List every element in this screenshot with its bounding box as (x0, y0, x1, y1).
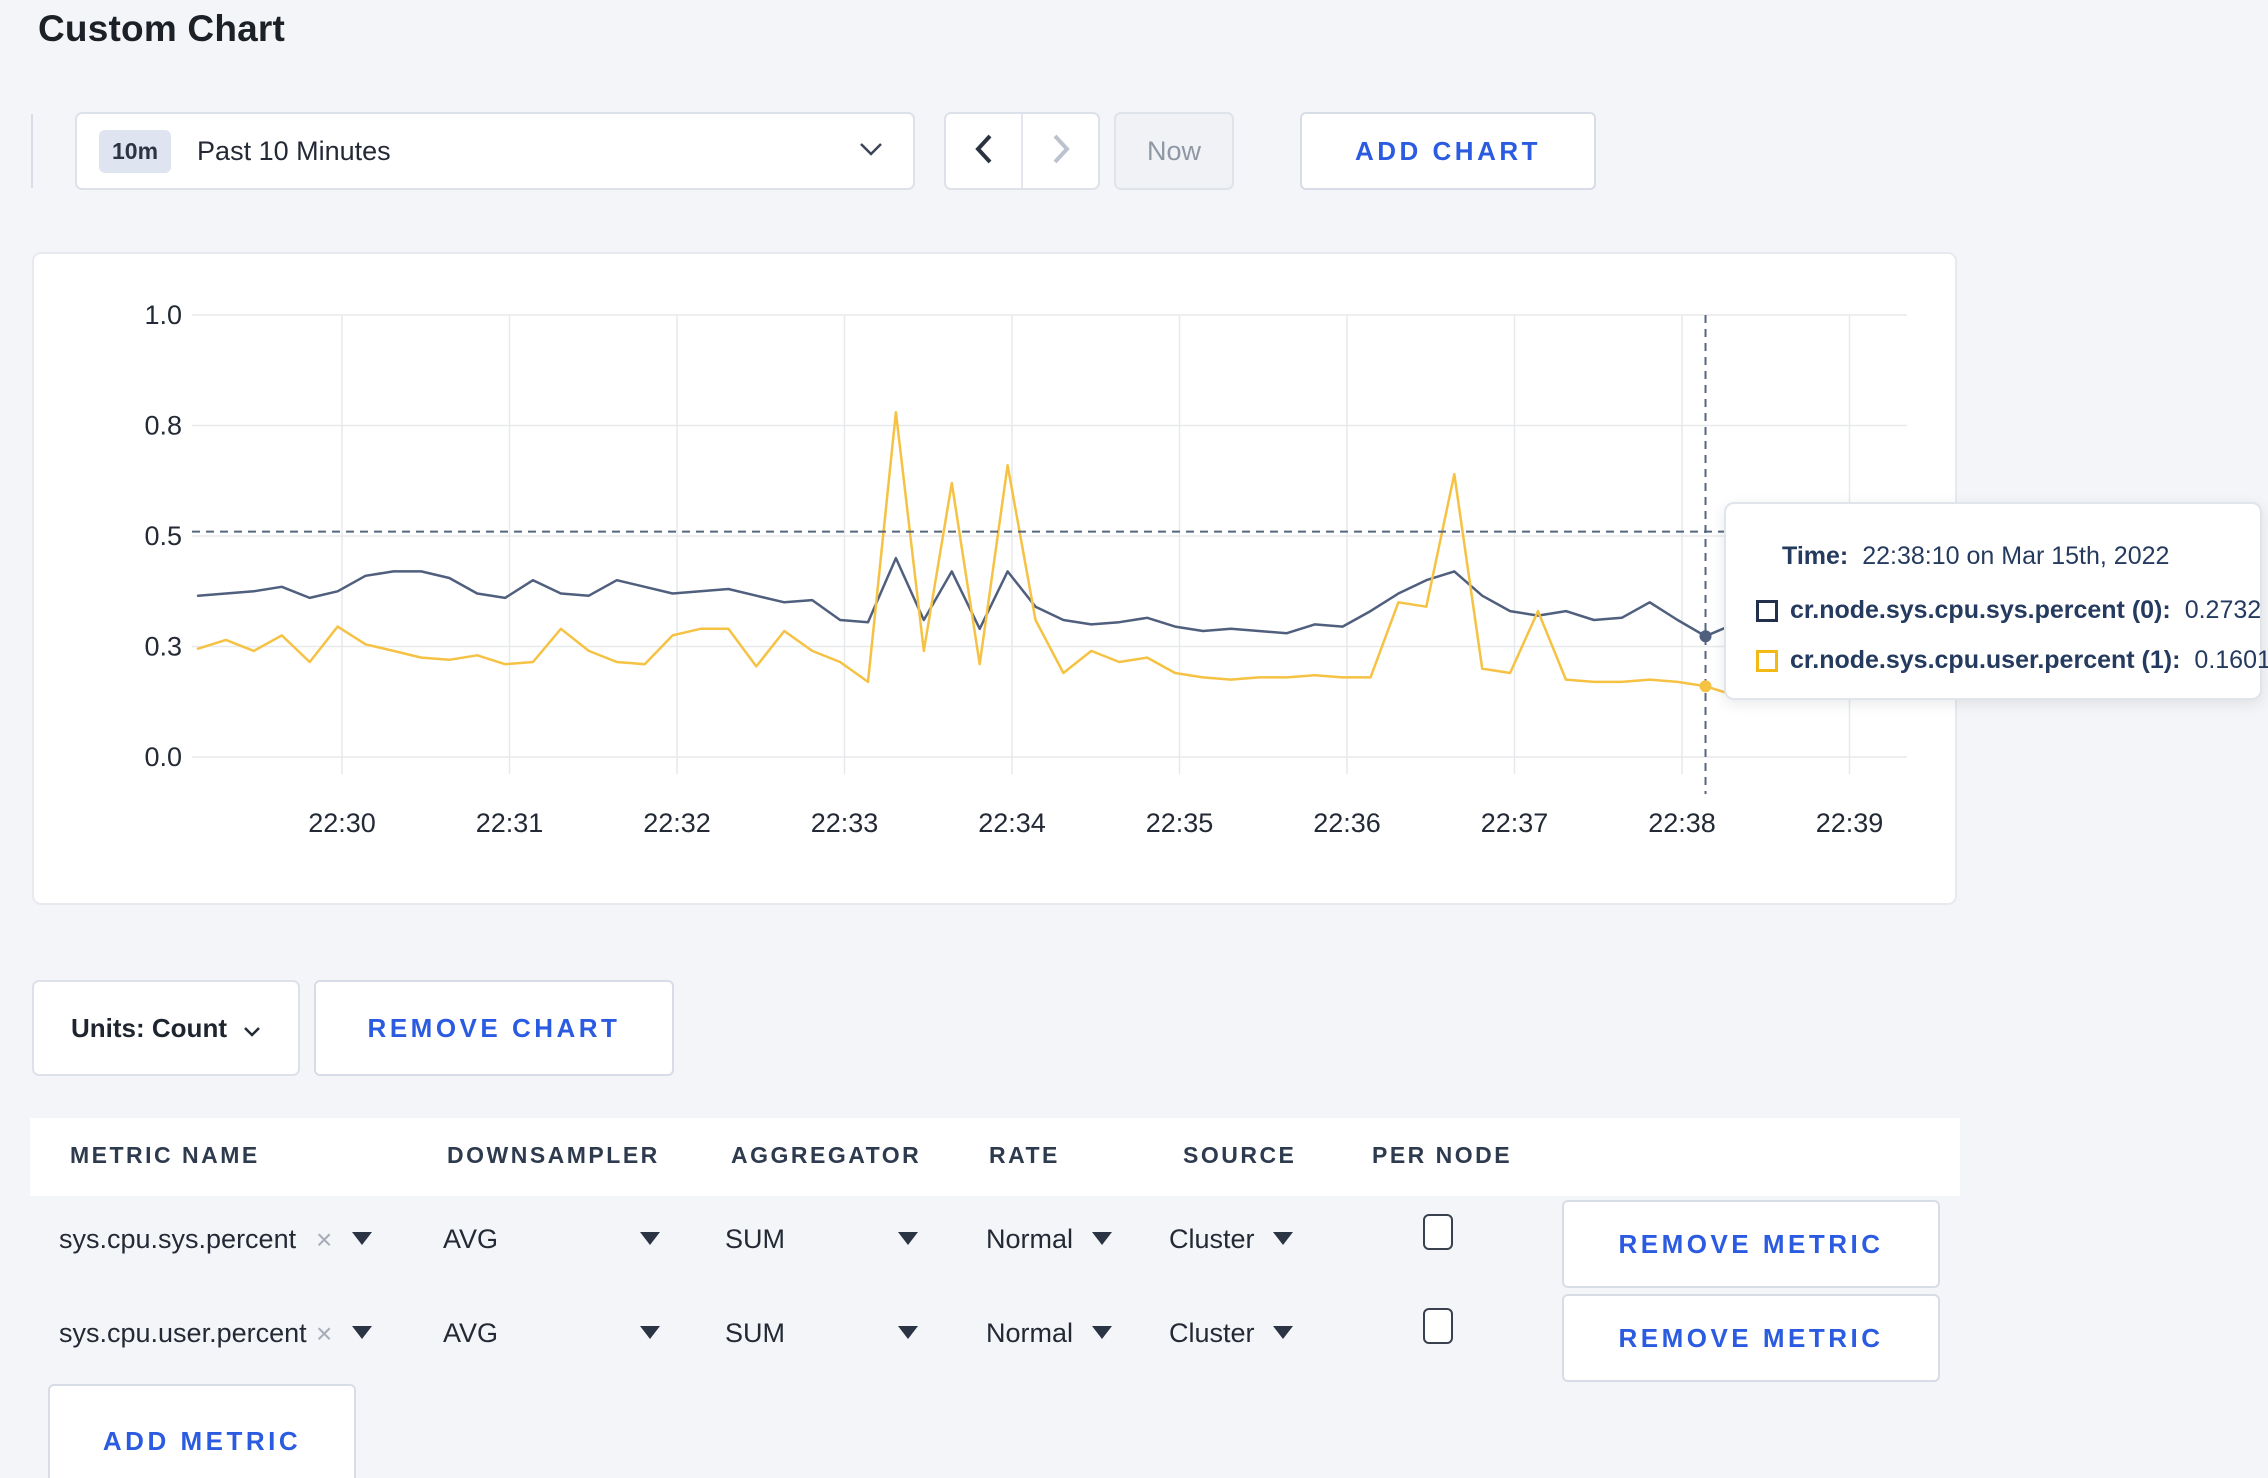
metric-row: sys.cpu.sys.percent × AVG SUM Normal Clu… (0, 1198, 2268, 1290)
prev-time-button[interactable] (946, 114, 1023, 188)
svg-text:0.5: 0.5 (144, 521, 182, 551)
chart-card: 1.0 0.8 0.5 0.3 0.0 22:30 22:31 22:32 22:33 22:34… (32, 252, 1957, 905)
svg-text:22:35: 22:35 (1146, 808, 1214, 838)
time-range-picker[interactable]: 10m Past 10 Minutes (75, 112, 915, 190)
timeseries-chart[interactable]: 1.0 0.8 0.5 0.3 0.0 22:30 22:31 22:32 22:33 22:34… (34, 254, 1959, 907)
now-button[interactable]: Now (1114, 112, 1234, 190)
source-select[interactable]: Cluster (1169, 1224, 1255, 1255)
caret-down-icon[interactable] (898, 1232, 918, 1245)
per-node-checkbox[interactable] (1423, 1308, 1453, 1344)
caret-down-icon[interactable] (640, 1326, 660, 1339)
series-line (196, 556, 1875, 638)
caret-down-icon[interactable] (1273, 1232, 1293, 1245)
svg-text:22:30: 22:30 (308, 808, 376, 838)
svg-text:22:39: 22:39 (1816, 808, 1884, 838)
tooltip-time-value: 22:38:10 on Mar 15th, 2022 (1862, 542, 2170, 570)
svg-text:1.0: 1.0 (144, 300, 182, 330)
chevron-left-icon (974, 134, 993, 169)
downsampler-select[interactable]: AVG (443, 1318, 498, 1349)
close-icon[interactable]: × (316, 1224, 332, 1256)
remove-metric-button[interactable]: REMOVE METRIC (1562, 1200, 1940, 1288)
svg-text:22:37: 22:37 (1481, 808, 1549, 838)
col-header-downsampler: DOWNSAMPLER (447, 1142, 660, 1168)
tooltip-series-value: 0.2732 (2184, 596, 2262, 624)
aggregator-select[interactable]: SUM (725, 1224, 785, 1255)
hover-point (1699, 630, 1712, 643)
col-header-source: SOURCE (1183, 1142, 1297, 1168)
tooltip-series-value: 0.1601 (2194, 646, 2268, 674)
col-header-rate: RATE (989, 1142, 1060, 1168)
caret-down-icon[interactable] (352, 1326, 372, 1339)
per-node-checkbox[interactable] (1423, 1214, 1453, 1250)
page-title: Custom Chart (38, 8, 286, 49)
chevron-down-icon (243, 1013, 261, 1044)
units-dropdown[interactable]: Units: Count (32, 980, 300, 1076)
next-time-button[interactable] (1023, 114, 1098, 188)
tooltip-series-name: cr.node.sys.cpu.user.percent (1): (1790, 646, 2181, 674)
remove-metric-button[interactable]: REMOVE METRIC (1562, 1294, 1940, 1382)
series-line (196, 410, 1875, 697)
tooltip-time-label: Time: (1782, 542, 1849, 570)
add-metric-button[interactable]: ADD METRIC (48, 1384, 356, 1478)
svg-text:0.0: 0.0 (144, 742, 182, 772)
series-swatch-icon (1756, 599, 1778, 622)
series-swatch-icon (1756, 649, 1778, 672)
source-select[interactable]: Cluster (1169, 1318, 1255, 1349)
metric-row: sys.cpu.user.percent × AVG SUM Normal Cl… (0, 1292, 2268, 1384)
svg-text:22:38: 22:38 (1648, 808, 1716, 838)
col-header-per-node: PER NODE (1372, 1142, 1513, 1168)
custom-chart-page: Custom Chart 10m Past 10 Minutes Now ADD… (0, 0, 2268, 1478)
time-range-badge: 10m (99, 129, 172, 173)
svg-text:22:34: 22:34 (978, 808, 1046, 838)
svg-text:0.8: 0.8 (144, 411, 182, 441)
caret-down-icon[interactable] (352, 1232, 372, 1245)
chevron-down-icon (859, 142, 883, 161)
svg-text:22:32: 22:32 (643, 808, 711, 838)
units-label: Units: Count (71, 1012, 227, 1043)
svg-text:22:33: 22:33 (811, 808, 879, 838)
caret-down-icon[interactable] (898, 1326, 918, 1339)
hover-point (1699, 680, 1712, 693)
time-nav-group (944, 112, 1100, 190)
metric-name-value[interactable]: sys.cpu.sys.percent (59, 1224, 296, 1255)
close-icon[interactable]: × (316, 1318, 332, 1350)
chevron-right-icon (1052, 134, 1070, 169)
toolbar-divider (31, 114, 33, 188)
rate-select[interactable]: Normal (986, 1318, 1073, 1349)
rate-select[interactable]: Normal (986, 1224, 1073, 1255)
remove-chart-button[interactable]: REMOVE CHART (314, 980, 674, 1076)
col-header-metric-name: METRIC NAME (70, 1142, 260, 1168)
aggregator-select[interactable]: SUM (725, 1318, 785, 1349)
caret-down-icon[interactable] (1092, 1232, 1112, 1245)
col-header-aggregator: AGGREGATOR (731, 1142, 922, 1168)
svg-text:22:36: 22:36 (1313, 808, 1381, 838)
chart-tooltip: Time: 22:38:10 on Mar 15th, 2022 cr.node… (1724, 502, 2268, 700)
add-chart-button[interactable]: ADD CHART (1300, 112, 1596, 190)
tooltip-series-name: cr.node.sys.cpu.sys.percent (0): (1790, 596, 2171, 624)
time-range-label: Past 10 Minutes (197, 135, 391, 166)
metric-name-value[interactable]: sys.cpu.user.percent (59, 1318, 307, 1349)
svg-text:22:31: 22:31 (476, 808, 544, 838)
svg-text:0.3: 0.3 (144, 632, 182, 662)
caret-down-icon[interactable] (1092, 1326, 1112, 1339)
metric-table-header: METRIC NAME DOWNSAMPLER AGGREGATOR RATE … (30, 1118, 1960, 1196)
caret-down-icon[interactable] (640, 1232, 660, 1245)
caret-down-icon[interactable] (1273, 1326, 1293, 1339)
downsampler-select[interactable]: AVG (443, 1224, 498, 1255)
